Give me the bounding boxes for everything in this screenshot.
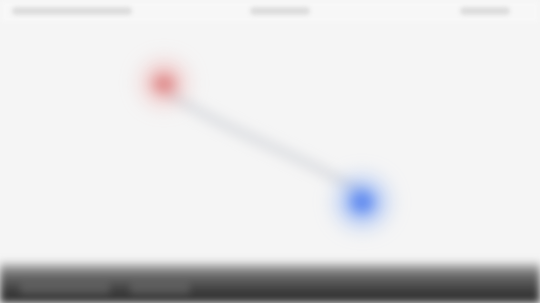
toolbar-blurred-element: [250, 7, 310, 15]
route-line: [165, 89, 365, 197]
dock-blurred-item[interactable]: [130, 283, 190, 295]
toolbar-blurred-element: [12, 7, 132, 15]
end-marker-core: [351, 192, 373, 212]
screen: [0, 0, 540, 303]
map-canvas[interactable]: [0, 24, 540, 266]
toolbar-blurred-element: [460, 7, 510, 15]
dock-blurred-item[interactable]: [20, 283, 110, 295]
start-marker-core: [154, 76, 174, 92]
